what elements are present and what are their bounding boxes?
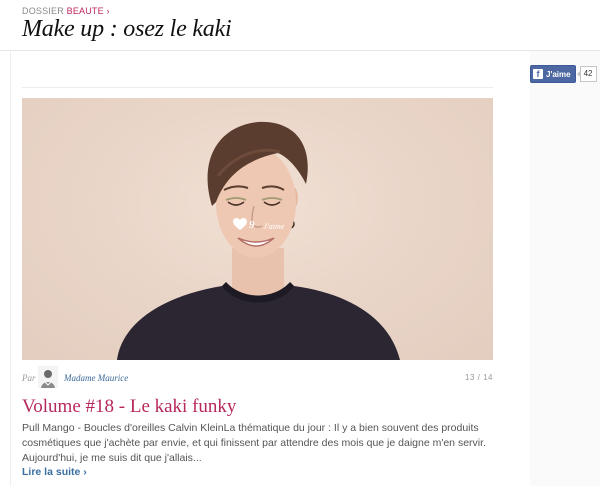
photo-like-label: J'aime (263, 221, 285, 231)
sidebar (530, 51, 600, 486)
article-photo[interactable]: 9 J'aime (22, 98, 493, 360)
breadcrumb-prefix: DOSSIER (22, 6, 64, 16)
facebook-like-count: 42 (576, 66, 597, 82)
facebook-like-button[interactable]: f J'aime (530, 65, 576, 83)
page-title: Make up : osez le kaki (22, 16, 232, 42)
breadcrumb: DOSSIER BEAUTE › (22, 6, 110, 16)
photo-like-count: 9 (249, 218, 255, 231)
page-header: DOSSIER BEAUTE › Make up : osez le kaki (0, 0, 600, 51)
read-more-link[interactable]: Lire la suite › (22, 466, 87, 478)
photo-like-overlay[interactable]: 9 J'aime (233, 218, 284, 231)
breadcrumb-section-label[interactable]: BEAUTE (67, 6, 104, 16)
divider (22, 87, 493, 88)
author-link[interactable]: Madame Maurice (64, 373, 128, 383)
facebook-like-label[interactable]: J'aime (546, 70, 571, 79)
heart-icon (233, 218, 247, 230)
byline-prefix: Par (22, 373, 36, 383)
author-avatar[interactable] (38, 366, 58, 388)
facebook-icon: f (533, 69, 543, 79)
article-meta: Par Madame Maurice 13 / 14 (22, 366, 493, 390)
article-excerpt: Pull Mango - Boucles d'oreilles Calvin K… (22, 422, 486, 465)
pagination-indicator: 13 / 14 (465, 373, 493, 382)
breadcrumb-section-link[interactable]: BEAUTE › (67, 6, 110, 16)
article-title[interactable]: Volume #18 - Le kaki funky (22, 396, 236, 418)
facebook-like-widget: f J'aime 42 (530, 65, 597, 83)
breadcrumb-arrow[interactable]: › (107, 6, 110, 16)
